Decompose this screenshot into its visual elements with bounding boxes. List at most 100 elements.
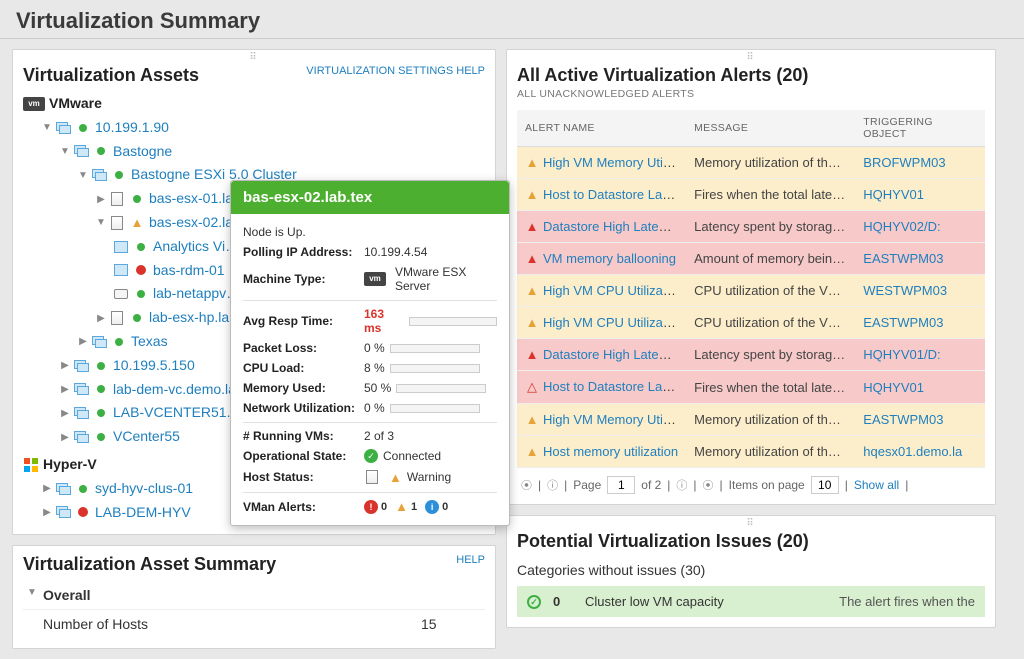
alert-message: CPU utilization of the VM over 70% (686, 275, 855, 307)
toggle-icon[interactable]: ▼ (95, 214, 107, 231)
pager-showall[interactable]: Show all (854, 478, 899, 492)
toggle-icon[interactable]: ▼ (77, 167, 89, 184)
issue-name: Cluster low VM capacity (585, 594, 827, 609)
alert-name-link[interactable]: Host memory utilization (543, 444, 678, 459)
tree-node[interactable]: Bastogne (113, 140, 172, 164)
alert-name-link[interactable]: High VM Memory Utilization (543, 155, 686, 170)
tree-node[interactable]: syd-hyv-clus-01 (95, 477, 193, 501)
tree-node[interactable]: VCenter55 (113, 425, 180, 449)
panel-grip[interactable]: ⠿ (23, 52, 485, 63)
panel-grip[interactable]: ⠿ (517, 518, 985, 529)
triggering-object-link[interactable]: HQHYV01/D: (863, 347, 940, 362)
triggering-object-link[interactable]: EASTWPM03 (863, 251, 943, 266)
issues-category-label[interactable]: Categories without issues (30) (517, 562, 985, 578)
pager-page-input[interactable] (607, 476, 635, 494)
help-link[interactable]: HELP (456, 65, 485, 77)
toggle-icon[interactable]: ▶ (59, 357, 71, 374)
pager-next[interactable]: ⓘ (676, 477, 687, 493)
pager-items-input[interactable] (811, 476, 839, 494)
triggering-object-link[interactable]: WESTWPM03 (863, 283, 947, 298)
toggle-icon[interactable]: ▼ (59, 143, 71, 160)
triggering-object-link[interactable]: EASTWPM03 (863, 315, 943, 330)
tree-node[interactable]: bas-rdm-01 (153, 259, 225, 283)
vman-crit-count: 0 (381, 501, 387, 513)
alert-name-link[interactable]: VM memory ballooning (543, 251, 676, 266)
virtualization-assets-panel: ⠿ Virtualization Assets VIRTUALIZATION S… (12, 49, 496, 535)
status-up-icon (111, 334, 127, 350)
toggle-icon[interactable]: ▶ (41, 480, 53, 497)
virtualization-settings-link[interactable]: VIRTUALIZATION SETTINGS (306, 65, 453, 77)
tree-node[interactable]: lab-netappv… (153, 282, 240, 306)
hyperv-icon (23, 457, 39, 473)
toggle-icon[interactable]: ▼ (41, 119, 53, 136)
status-up-icon (133, 239, 149, 255)
severity-icon: ▲ (525, 251, 539, 266)
status-crit-icon (75, 504, 91, 520)
tooltip-vms: 2 of 3 (364, 429, 394, 443)
help-link[interactable]: HELP (456, 554, 485, 566)
alert-message: Latency spent by storage I/O req… (686, 211, 855, 243)
tooltip-vman-label: VMan Alerts: (243, 500, 358, 514)
toggle-icon[interactable]: ▶ (59, 405, 71, 422)
vman-warn-count: 1 (411, 501, 417, 513)
status-up-icon (133, 286, 149, 302)
status-up-icon (129, 310, 145, 326)
alert-name-link[interactable]: Datastore High Latency (543, 219, 679, 234)
alert-name-link[interactable]: High VM Memory Utilization (543, 412, 686, 427)
alert-row[interactable]: ▲VM memory ballooningAmount of memory be… (517, 243, 985, 275)
triggering-object-link[interactable]: hqesx01.demo.la (863, 444, 962, 459)
tree-node[interactable]: 10.199.5.150 (113, 354, 195, 378)
tree-node[interactable]: LAB-DEM-HYV (95, 501, 191, 525)
triggering-object-link[interactable]: HQHYV01 (863, 187, 924, 202)
alert-row[interactable]: ▲Host memory utilizationMemory utilizati… (517, 436, 985, 468)
alert-name-link[interactable]: Host to Datastore Latency (543, 187, 686, 202)
toggle-icon[interactable]: ▼ (27, 587, 43, 603)
triggering-object-link[interactable]: BROFWPM03 (863, 155, 945, 170)
panel-grip[interactable]: ⠿ (517, 52, 985, 63)
triggering-object-link[interactable]: HQHYV02/D: (863, 219, 940, 234)
col-alert-name[interactable]: ALERT NAME (517, 110, 686, 147)
alert-name-link[interactable]: Datastore High Latency (543, 347, 679, 362)
toggle-icon[interactable]: ▶ (41, 504, 53, 521)
alert-row[interactable]: ▲High VM CPU UtilizationCPU utilization … (517, 275, 985, 307)
tree-node[interactable]: Texas (131, 330, 168, 354)
toggle-icon[interactable]: ▶ (59, 429, 71, 446)
pager-first[interactable]: ⦿ (521, 477, 532, 493)
tree-node[interactable]: lab-dem-vc.demo.lab (113, 378, 244, 402)
check-icon: ✓ (364, 449, 378, 463)
pager: ⦿| ⓘ| Page of 2| ⓘ| ⦿| Items on page | S… (517, 468, 985, 494)
pager-prev[interactable]: ⓘ (547, 477, 558, 493)
summary-overall-row[interactable]: ▼ Overall (23, 581, 485, 610)
toggle-icon[interactable]: ▶ (95, 191, 107, 208)
vmware-root[interactable]: VMware (49, 92, 102, 116)
triggering-object-link[interactable]: HQHYV01 (863, 380, 924, 395)
vmware-icon: vm (23, 97, 45, 111)
alert-row[interactable]: ▲High VM Memory UtilizationMemory utiliz… (517, 404, 985, 436)
alert-name-link[interactable]: High VM CPU Utilization (543, 315, 684, 330)
tree-node[interactable]: 10.199.1.90 (95, 116, 169, 140)
issue-row[interactable]: ✓ 0 Cluster low VM capacity The alert fi… (517, 586, 985, 617)
toggle-icon[interactable]: ▶ (77, 333, 89, 350)
pager-items-label: Items on page (729, 478, 805, 492)
toggle-icon[interactable]: ▶ (59, 381, 71, 398)
alert-name-link[interactable]: High VM CPU Utilization (543, 283, 684, 298)
alert-row[interactable]: △Host to Datastore LatencyFires when the… (517, 371, 985, 404)
tree-node[interactable]: Analytics Vi… (153, 235, 239, 259)
alert-row[interactable]: ▲Datastore High LatencyLatency spent by … (517, 211, 985, 243)
asset-summary-title: Virtualization Asset Summary (23, 554, 276, 575)
alert-row[interactable]: ▲High VM CPU UtilizationCPU utilization … (517, 307, 985, 339)
tooltip-cpu-label: CPU Load: (243, 361, 358, 375)
status-up-icon (93, 143, 109, 159)
hyperv-root[interactable]: Hyper-V (43, 453, 97, 477)
alert-row[interactable]: ▲Datastore High LatencyLatency spent by … (517, 339, 985, 371)
toggle-icon[interactable]: ▶ (95, 310, 107, 327)
col-triggering-object[interactable]: TRIGGERING OBJECT (855, 110, 985, 147)
vman-info-count: 0 (442, 501, 448, 513)
triggering-object-link[interactable]: EASTWPM03 (863, 412, 943, 427)
alert-row[interactable]: ▲High VM Memory UtilizationMemory utiliz… (517, 147, 985, 179)
col-message[interactable]: MESSAGE (686, 110, 855, 147)
alert-row[interactable]: ▲Host to Datastore LatencyFires when the… (517, 179, 985, 211)
alert-name-link[interactable]: Host to Datastore Latency (543, 379, 686, 394)
tooltip-netutil-label: Network Utilization: (243, 401, 358, 415)
pager-last[interactable]: ⦿ (703, 477, 714, 493)
